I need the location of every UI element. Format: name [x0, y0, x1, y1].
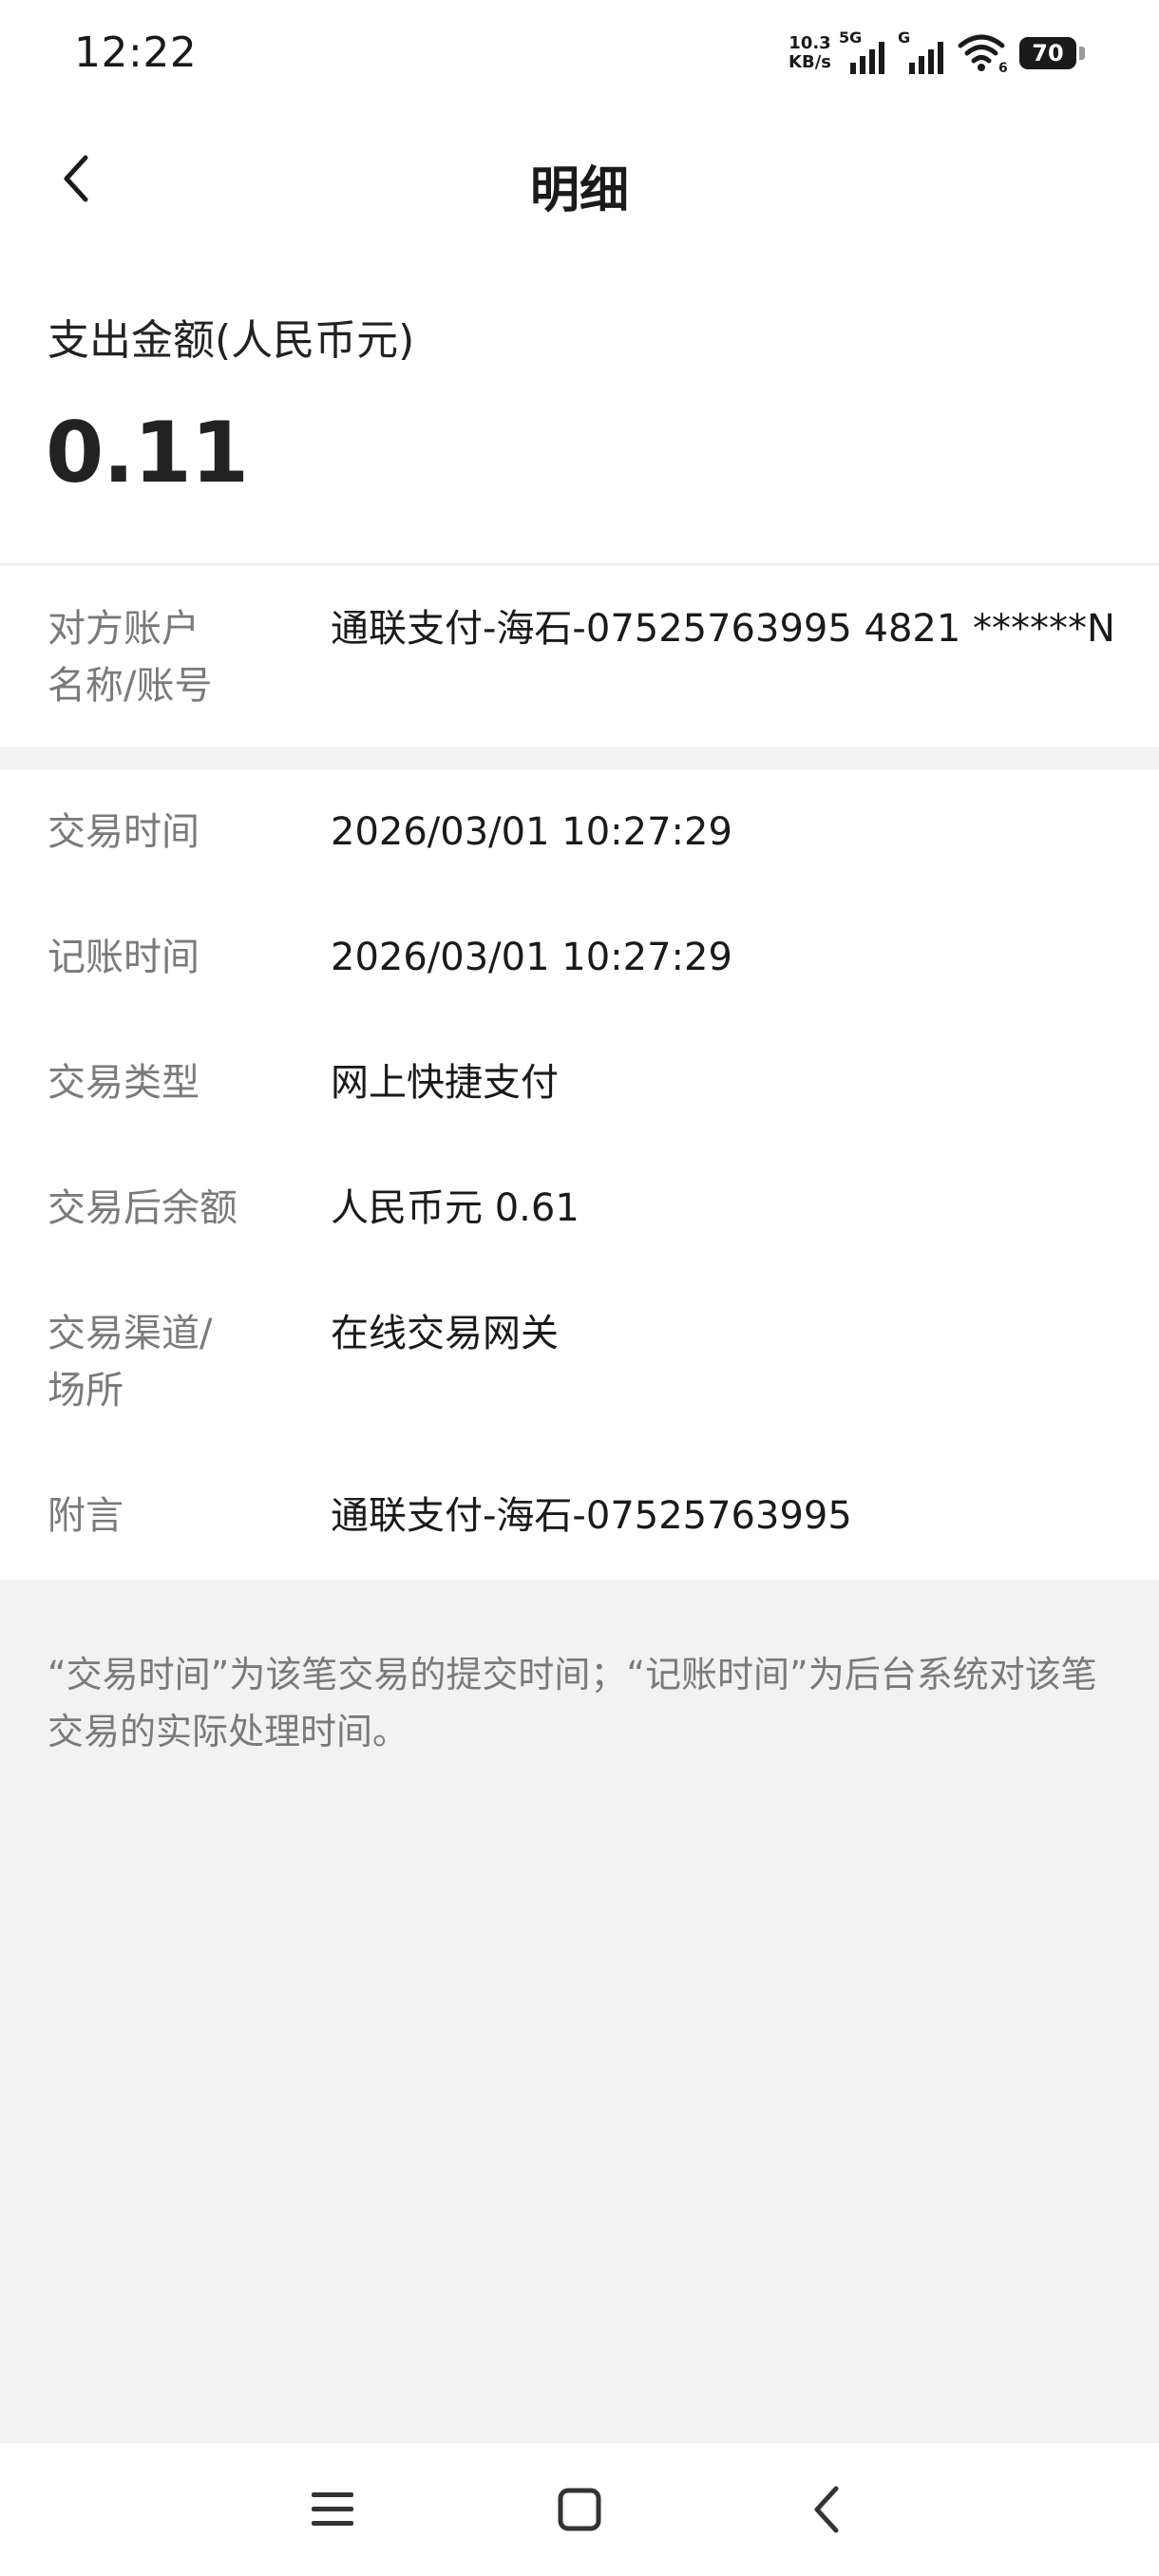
detail-value: 2026/03/01 10:27:29: [331, 936, 732, 979]
detail-label: 记账时间: [48, 936, 200, 979]
footnote: “交易时间”为该笔交易的提交时间；“记账时间”为后台系统对该笔交易的实际处理时间…: [48, 1654, 1097, 1752]
detail-label: 附言: [48, 1494, 124, 1538]
status-bar: 12:22 10.3 KB/s 5G G 6 70: [0, 0, 1159, 112]
system-nav-bar: [0, 2443, 1159, 2576]
section-divider: [0, 747, 1159, 769]
counterparty-label: 对方账户 名称/账号: [48, 607, 213, 708]
detail-value: 在线交易网关: [331, 1312, 559, 1355]
detail-label: 交易后余额: [48, 1186, 238, 1230]
signal-5g-icon: 5G: [839, 28, 888, 74]
detail-label: 交易渠道/ 场所: [48, 1312, 213, 1412]
amount-value: 0.11: [46, 404, 249, 502]
nav-back-button[interactable]: [787, 2470, 866, 2549]
menu-icon: [312, 2492, 353, 2526]
battery-tip: [1079, 47, 1085, 60]
battery-level: 70: [1032, 40, 1064, 66]
detail-label: 交易时间: [48, 810, 200, 854]
nav-menu-button[interactable]: [293, 2470, 372, 2549]
back-icon: [814, 2486, 839, 2533]
amount-label: 支出金额(人民币元): [48, 316, 415, 365]
wifi-icon: 6: [957, 32, 1010, 76]
detail-value: 2026/03/01 10:27:29: [331, 810, 732, 854]
detail-value: 通联支付-海石-07525763995: [331, 1494, 852, 1538]
home-icon: [558, 2488, 601, 2531]
detail-value: 网上快捷支付: [331, 1061, 559, 1105]
network-speed-value: 10.3: [788, 33, 831, 53]
counterparty-value: 通联支付-海石-07525763995 4821 ******N: [331, 607, 1115, 651]
network-speed-unit: KB/s: [788, 52, 831, 72]
wifi-badge: 6: [998, 61, 1008, 74]
page-title: 明细: [529, 162, 629, 219]
divider: [0, 563, 1159, 565]
signal-g-icon: G: [898, 28, 947, 74]
nav-home-button[interactable]: [540, 2470, 619, 2549]
status-icons: 10.3 KB/s 5G G 6 70: [788, 28, 1085, 76]
header: 明细: [0, 112, 1159, 245]
status-time: 12:22: [74, 28, 198, 77]
network-speed: 10.3 KB/s: [788, 34, 831, 72]
battery-icon: 70: [1019, 37, 1076, 69]
detail-label: 交易类型: [48, 1061, 200, 1105]
detail-value: 人民币元 0.61: [331, 1186, 580, 1230]
